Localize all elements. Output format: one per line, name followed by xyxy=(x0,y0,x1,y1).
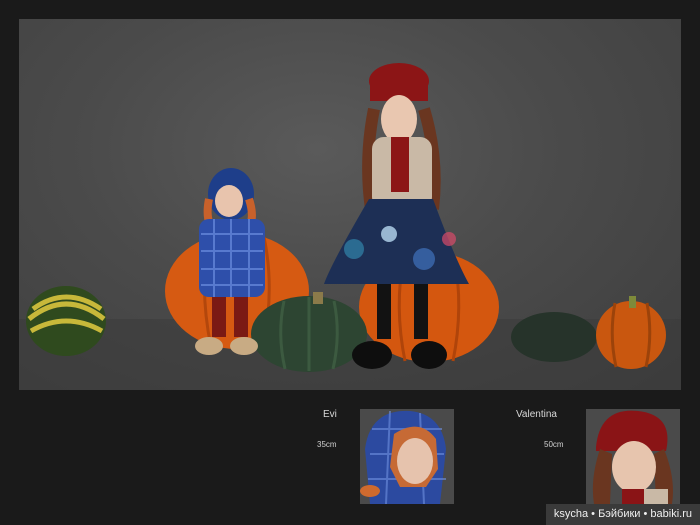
evi-size: 35cm xyxy=(317,440,337,449)
valentina-thumbnail[interactable] xyxy=(586,409,680,504)
evi-name: Evi xyxy=(323,409,337,420)
valentina-thumbnail-image xyxy=(586,409,680,504)
evi-thumbnail[interactable] xyxy=(360,409,454,504)
valentina-size: 50cm xyxy=(544,440,564,449)
main-photo xyxy=(19,19,681,390)
evi-thumbnail-image xyxy=(360,409,454,504)
valentina-name: Valentina xyxy=(516,409,557,420)
doll-scene-image xyxy=(19,63,681,390)
watermark: ksycha • Бэйбики • babiki.ru xyxy=(545,504,700,525)
